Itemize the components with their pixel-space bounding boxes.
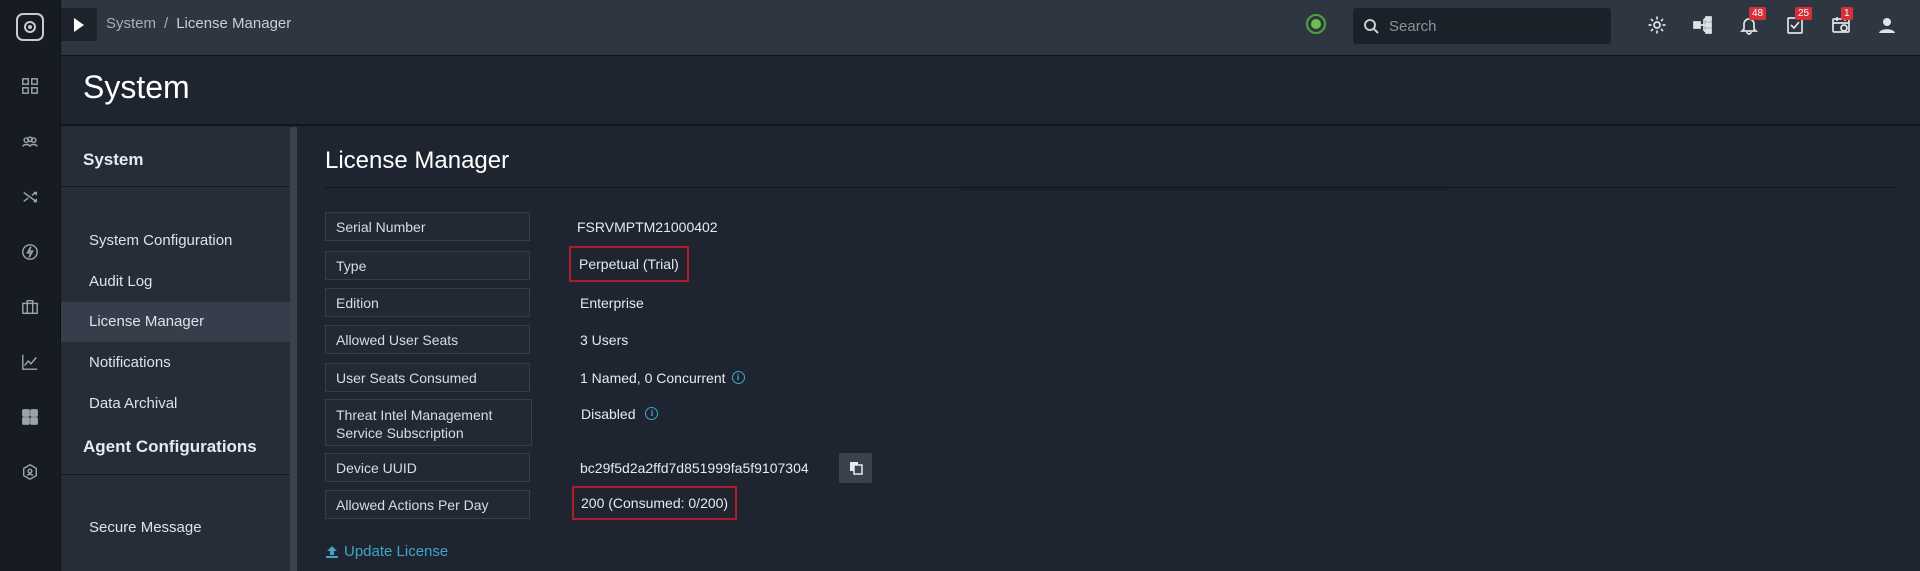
dashboard-icon[interactable]	[20, 76, 40, 96]
expand-sidebar-button[interactable]	[61, 8, 97, 41]
update-license-label: Update License	[344, 543, 449, 560]
type-label: Type	[325, 251, 530, 280]
shuffle-icon[interactable]	[20, 187, 40, 207]
threat-intel: Disabled i	[581, 399, 659, 428]
tasks-badge: 25	[1795, 7, 1813, 20]
page-title: System	[83, 69, 190, 105]
users-icon[interactable]	[20, 132, 40, 152]
left-nav-rail	[0, 0, 61, 571]
sidebar-item-system-configuration[interactable]: System Configuration	[61, 221, 290, 261]
copy-uuid-button[interactable]	[839, 453, 872, 483]
settings-sidebar: System System Configuration Audit Log Li…	[61, 127, 290, 571]
breadcrumb-system[interactable]: System	[106, 15, 156, 32]
update-license-link[interactable]: Update License	[325, 543, 448, 560]
app-logo-icon[interactable]	[16, 13, 44, 41]
sidebar-section2-title: Agent Configurations	[83, 437, 257, 456]
breadcrumb-current: License Manager	[176, 15, 292, 32]
sidebar-item-data-archival[interactable]: Data Archival	[61, 384, 290, 424]
user-seats-consumed-label: User Seats Consumed	[325, 363, 530, 392]
license-manager-panel: License Manager Serial Number FSRVMPTM21…	[297, 127, 1920, 571]
notifications-badge: 48	[1749, 7, 1767, 20]
allowed-actions-value: 200 (Consumed: 0/200)	[572, 486, 738, 520]
upload-icon	[326, 545, 338, 558]
notifications-bell-icon[interactable]: 48	[1737, 7, 1767, 37]
edition-value: Enterprise	[580, 294, 644, 311]
sidebar-item-secure-message[interactable]: Secure Message	[61, 508, 290, 548]
page-header: System	[61, 56, 1920, 126]
breadcrumb-separator: /	[164, 15, 169, 32]
info-icon[interactable]: i	[645, 407, 659, 420]
jobs-badge: 1	[1841, 7, 1853, 20]
threat-intel-label: Threat Intel Management Service Subscrip…	[325, 399, 532, 446]
sidebar-divider-2	[61, 474, 290, 475]
threat-intel-value: Disabled	[581, 405, 636, 422]
device-uuid-label: Device UUID	[325, 453, 530, 482]
device-uuid-value: bc29f5d2a2ffd7d851999fa5f9107304	[580, 459, 809, 476]
sidebar-scrollbar[interactable]	[290, 127, 297, 571]
sidebar-item-license-manager[interactable]: License Manager	[61, 302, 290, 342]
apps-icon[interactable]	[20, 407, 40, 427]
allowed-user-seats-value: 3 Users	[580, 331, 629, 348]
sidebar-section-title: System	[83, 150, 144, 169]
play-icon	[74, 17, 84, 32]
title-divider-shadow	[959, 189, 1449, 190]
edition-label: Edition	[325, 288, 530, 317]
status-indicator-icon[interactable]	[1306, 14, 1326, 34]
info-icon[interactable]: i	[731, 371, 745, 384]
serial-number-label: Serial Number	[325, 212, 530, 241]
copy-icon	[849, 462, 863, 475]
user-avatar-icon[interactable]	[1875, 13, 1899, 37]
user-seats-consumed-value: 1 Named, 0 Concurrent	[580, 369, 726, 386]
chart-icon[interactable]	[20, 352, 40, 372]
sidebar-item-notifications[interactable]: Notifications	[61, 343, 290, 383]
allowed-user-seats-label: Allowed User Seats	[325, 325, 530, 354]
allowed-actions-label: Allowed Actions Per Day	[325, 490, 530, 519]
settings-gear-icon[interactable]	[1645, 13, 1669, 37]
shield-user-icon[interactable]	[20, 462, 40, 482]
tasks-check-icon[interactable]: 25	[1783, 7, 1813, 37]
global-search	[1353, 8, 1611, 44]
type-value: Perpetual (Trial)	[569, 246, 689, 282]
search-icon	[1364, 19, 1379, 34]
top-bar: System / License Manager 48 25 1	[61, 0, 1920, 56]
section-title: License Manager	[325, 147, 510, 174]
sidebar-item-audit-log[interactable]: Audit Log	[61, 262, 290, 302]
sidebar-divider	[61, 186, 290, 187]
search-input[interactable]	[1389, 8, 1599, 44]
bolt-icon[interactable]	[20, 242, 40, 262]
title-divider	[325, 187, 1895, 188]
scheduled-jobs-icon[interactable]: 1	[1829, 7, 1853, 37]
breadcrumb: System / License Manager	[106, 15, 291, 32]
briefcase-icon[interactable]	[20, 297, 40, 317]
user-seats-consumed: 1 Named, 0 Concurrent i	[580, 363, 745, 392]
serial-number-value: FSRVMPTM21000402	[577, 218, 718, 235]
hierarchy-icon[interactable]	[1691, 13, 1715, 37]
